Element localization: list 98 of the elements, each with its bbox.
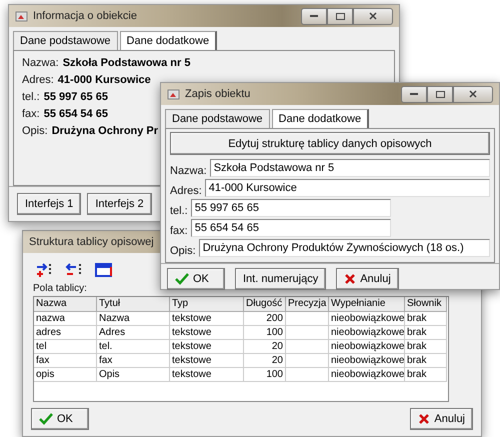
- input-field[interactable]: 41-000 Kursowice: [204, 179, 490, 197]
- cancel-button[interactable]: Anuluj: [410, 408, 473, 430]
- cross-icon: [418, 413, 430, 425]
- checkmark-icon: [39, 413, 53, 425]
- table-cell: [286, 354, 329, 368]
- input-field[interactable]: 55 654 54 65: [190, 219, 391, 237]
- field-label: Opis:: [170, 245, 196, 257]
- edit-structure-button[interactable]: Edytuj strukturę tablicy danych opisowych: [170, 132, 490, 155]
- add-column-icon[interactable]: [35, 263, 53, 277]
- table-cell: tekstowe: [170, 326, 244, 340]
- table-cell: tekstowe: [170, 354, 244, 368]
- field-value: 55 997 65 65: [44, 91, 108, 103]
- table-cell: tekstowe: [170, 368, 244, 382]
- maximize-icon: [336, 12, 344, 20]
- window-icon: [167, 88, 180, 100]
- input-field[interactable]: Szkoła Podstawowa nr 5: [210, 159, 490, 177]
- window-title: Informacja o obiekcie: [33, 10, 137, 22]
- field-label: fax:: [170, 225, 188, 237]
- column-header[interactable]: Długość: [244, 297, 286, 312]
- table-cell: [286, 326, 329, 340]
- maximize-icon: [436, 90, 444, 98]
- ok-button[interactable]: OK: [31, 408, 89, 430]
- table-cell: 100: [244, 326, 286, 340]
- column-header[interactable]: Tytuł: [97, 297, 170, 312]
- ok-button[interactable]: OK: [167, 268, 225, 290]
- table-cell: Adres: [97, 326, 170, 340]
- checkmark-icon: [175, 273, 189, 285]
- section-label: Pola tablicy:: [33, 283, 88, 294]
- table-cell: brak: [405, 312, 447, 326]
- window-title: Struktura tablicy opisowej: [29, 236, 154, 248]
- table-cell: fax: [97, 354, 170, 368]
- minimize-button[interactable]: [301, 8, 327, 24]
- column-header[interactable]: Nazwa: [34, 297, 97, 312]
- tab[interactable]: Dane podstawowe: [13, 31, 118, 50]
- table-cell: nazwa: [34, 312, 97, 326]
- table-cell: brak: [405, 326, 447, 340]
- table-cell: brak: [405, 368, 447, 382]
- table-cell: 20: [244, 340, 286, 354]
- close-icon: [469, 90, 477, 98]
- close-button[interactable]: [353, 8, 393, 24]
- tab[interactable]: Dane dodatkowe: [120, 31, 218, 50]
- table-cell: tekstowe: [170, 312, 244, 326]
- cross-icon: [344, 273, 356, 285]
- table-cell: 200: [244, 312, 286, 326]
- table-cell: tekstowe: [170, 340, 244, 354]
- table-icon[interactable]: [95, 263, 113, 277]
- field-label: Opis:: [22, 125, 48, 137]
- interface-button[interactable]: Interfejs 2: [87, 193, 152, 215]
- maximize-button[interactable]: [427, 86, 453, 102]
- table-cell: fax: [34, 354, 97, 368]
- table-cell: 20: [244, 354, 286, 368]
- minimize-icon: [310, 14, 318, 18]
- table-cell: tel.: [97, 340, 170, 354]
- action-button[interactable]: Int. numerujący: [235, 268, 326, 290]
- minimize-icon: [410, 92, 418, 96]
- table-cell: nieobowiązkowe: [329, 340, 405, 354]
- field-value: Drużyna Ochrony Pr: [52, 125, 158, 137]
- close-button[interactable]: [453, 86, 493, 102]
- column-header[interactable]: Słownik: [405, 297, 447, 312]
- table-cell: brak: [405, 354, 447, 368]
- table-cell: nieobowiązkowe: [329, 354, 405, 368]
- field-label: Adres:: [22, 74, 54, 86]
- table-cell: 100: [244, 368, 286, 382]
- cancel-button[interactable]: Anuluj: [336, 268, 399, 290]
- table-cell: nieobowiązkowe: [329, 326, 405, 340]
- table-cell: tel: [34, 340, 97, 354]
- table-cell: adres: [34, 326, 97, 340]
- field-label: Nazwa:: [170, 165, 207, 177]
- tab[interactable]: Dane dodatkowe: [272, 109, 370, 128]
- field-label: fax:: [22, 108, 40, 120]
- input-field[interactable]: 55 997 65 65: [190, 199, 391, 217]
- table-cell: nieobowiązkowe: [329, 368, 405, 382]
- field-label: Adres:: [170, 185, 202, 197]
- field-label: tel.:: [22, 91, 40, 103]
- close-icon: [369, 12, 377, 20]
- column-header[interactable]: Typ: [170, 297, 244, 312]
- remove-column-icon[interactable]: [65, 263, 83, 277]
- interface-button[interactable]: Interfejs 1: [17, 193, 82, 215]
- field-value: 41-000 Kursowice: [58, 74, 151, 86]
- field-label: tel.:: [170, 205, 188, 217]
- tab[interactable]: Dane podstawowe: [165, 109, 270, 128]
- window-title: Zapis obiektu: [185, 88, 250, 100]
- minimize-button[interactable]: [401, 86, 427, 102]
- table-cell: opis: [34, 368, 97, 382]
- table-cell: [286, 340, 329, 354]
- field-value: Szkoła Podstawowa nr 5: [62, 57, 190, 69]
- table-cell: Opis: [97, 368, 170, 382]
- table-cell: [286, 368, 329, 382]
- maximize-button[interactable]: [327, 8, 353, 24]
- window-icon: [15, 10, 28, 22]
- table-cell: [286, 312, 329, 326]
- table-cell: nieobowiązkowe: [329, 312, 405, 326]
- table-cell: Nazwa: [97, 312, 170, 326]
- table-cell: brak: [405, 340, 447, 354]
- column-header[interactable]: Wypełnianie: [329, 297, 405, 312]
- column-header[interactable]: Precyzja: [286, 297, 329, 312]
- field-value: 55 654 54 65: [44, 108, 108, 120]
- field-label: Nazwa:: [22, 57, 59, 69]
